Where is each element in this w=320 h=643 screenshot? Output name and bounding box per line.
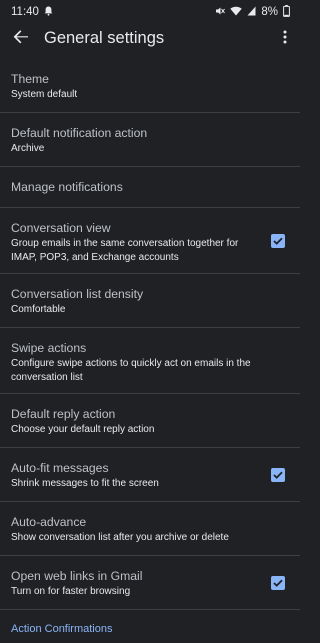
more-vert-icon [283,30,287,49]
setting-title: Auto-fit messages [11,461,109,475]
battery-icon [283,4,290,20]
setting-subtitle: Group emails in the same conversation to… [11,238,239,263]
app-bar: General settings [0,24,300,56]
setting-subtitle: Archive [11,143,45,154]
setting-title: Conversation view [11,221,111,235]
status-left: 11:40 [11,6,53,19]
setting-subtitle: Configure swipe actions to quickly act o… [11,358,251,383]
arrow-back-icon [13,29,29,50]
setting-open-web-links[interactable]: Open web links in Gmail Turn on for fast… [0,556,300,610]
setting-title: Swipe actions [11,341,87,355]
setting-title: Conversation list density [11,287,144,301]
setting-subtitle: System default [11,89,78,100]
setting-subtitle: Shrink messages to fit the screen [11,478,159,489]
setting-subtitle: Choose your default reply action [11,424,155,435]
more-options-button[interactable] [278,28,292,50]
setting-title: Default notification action [11,126,148,140]
battery-percent: 8% [261,6,278,18]
section-header-action-confirmations: Action Confirmations [11,623,113,635]
notification-bell-icon [44,6,53,19]
setting-title: Auto-advance [11,515,87,529]
conversation-view-checkbox[interactable] [271,234,285,248]
check-icon [273,232,283,250]
setting-default-reply-action[interactable]: Default reply action Choose your default… [0,394,300,448]
mute-icon [215,6,226,19]
setting-title: Theme [11,72,49,86]
setting-subtitle: Comfortable [11,304,66,315]
setting-conversation-list-density[interactable]: Conversation list density Comfortable [0,274,300,328]
setting-swipe-actions[interactable]: Swipe actions Configure swipe actions to… [0,328,300,394]
setting-conversation-view[interactable]: Conversation view Group emails in the sa… [0,208,300,274]
setting-subtitle: Show conversation list after you archive… [11,532,229,543]
setting-auto-advance[interactable]: Auto-advance Show conversation list afte… [0,502,300,556]
page-title: General settings [44,29,165,47]
wifi-icon [230,6,243,19]
status-right: 8% [215,4,290,20]
setting-theme[interactable]: Theme System default [0,59,300,113]
setting-default-notification-action[interactable]: Default notification action Archive [0,113,300,167]
setting-title: Default reply action [11,407,116,421]
signal-icon [247,6,256,19]
setting-manage-notifications[interactable]: Manage notifications [0,167,300,208]
check-icon [273,574,283,592]
auto-fit-messages-checkbox[interactable] [271,468,285,482]
setting-auto-fit-messages[interactable]: Auto-fit messages Shrink messages to fit… [0,448,300,502]
setting-title: Manage notifications [11,180,123,194]
check-icon [273,466,283,484]
open-web-links-checkbox[interactable] [271,576,285,590]
setting-title: Open web links in Gmail [11,569,143,583]
status-time: 11:40 [11,6,39,18]
setting-subtitle: Turn on for faster browsing [11,586,131,597]
status-bar: 11:40 8% [0,0,300,24]
back-button[interactable] [10,28,32,50]
